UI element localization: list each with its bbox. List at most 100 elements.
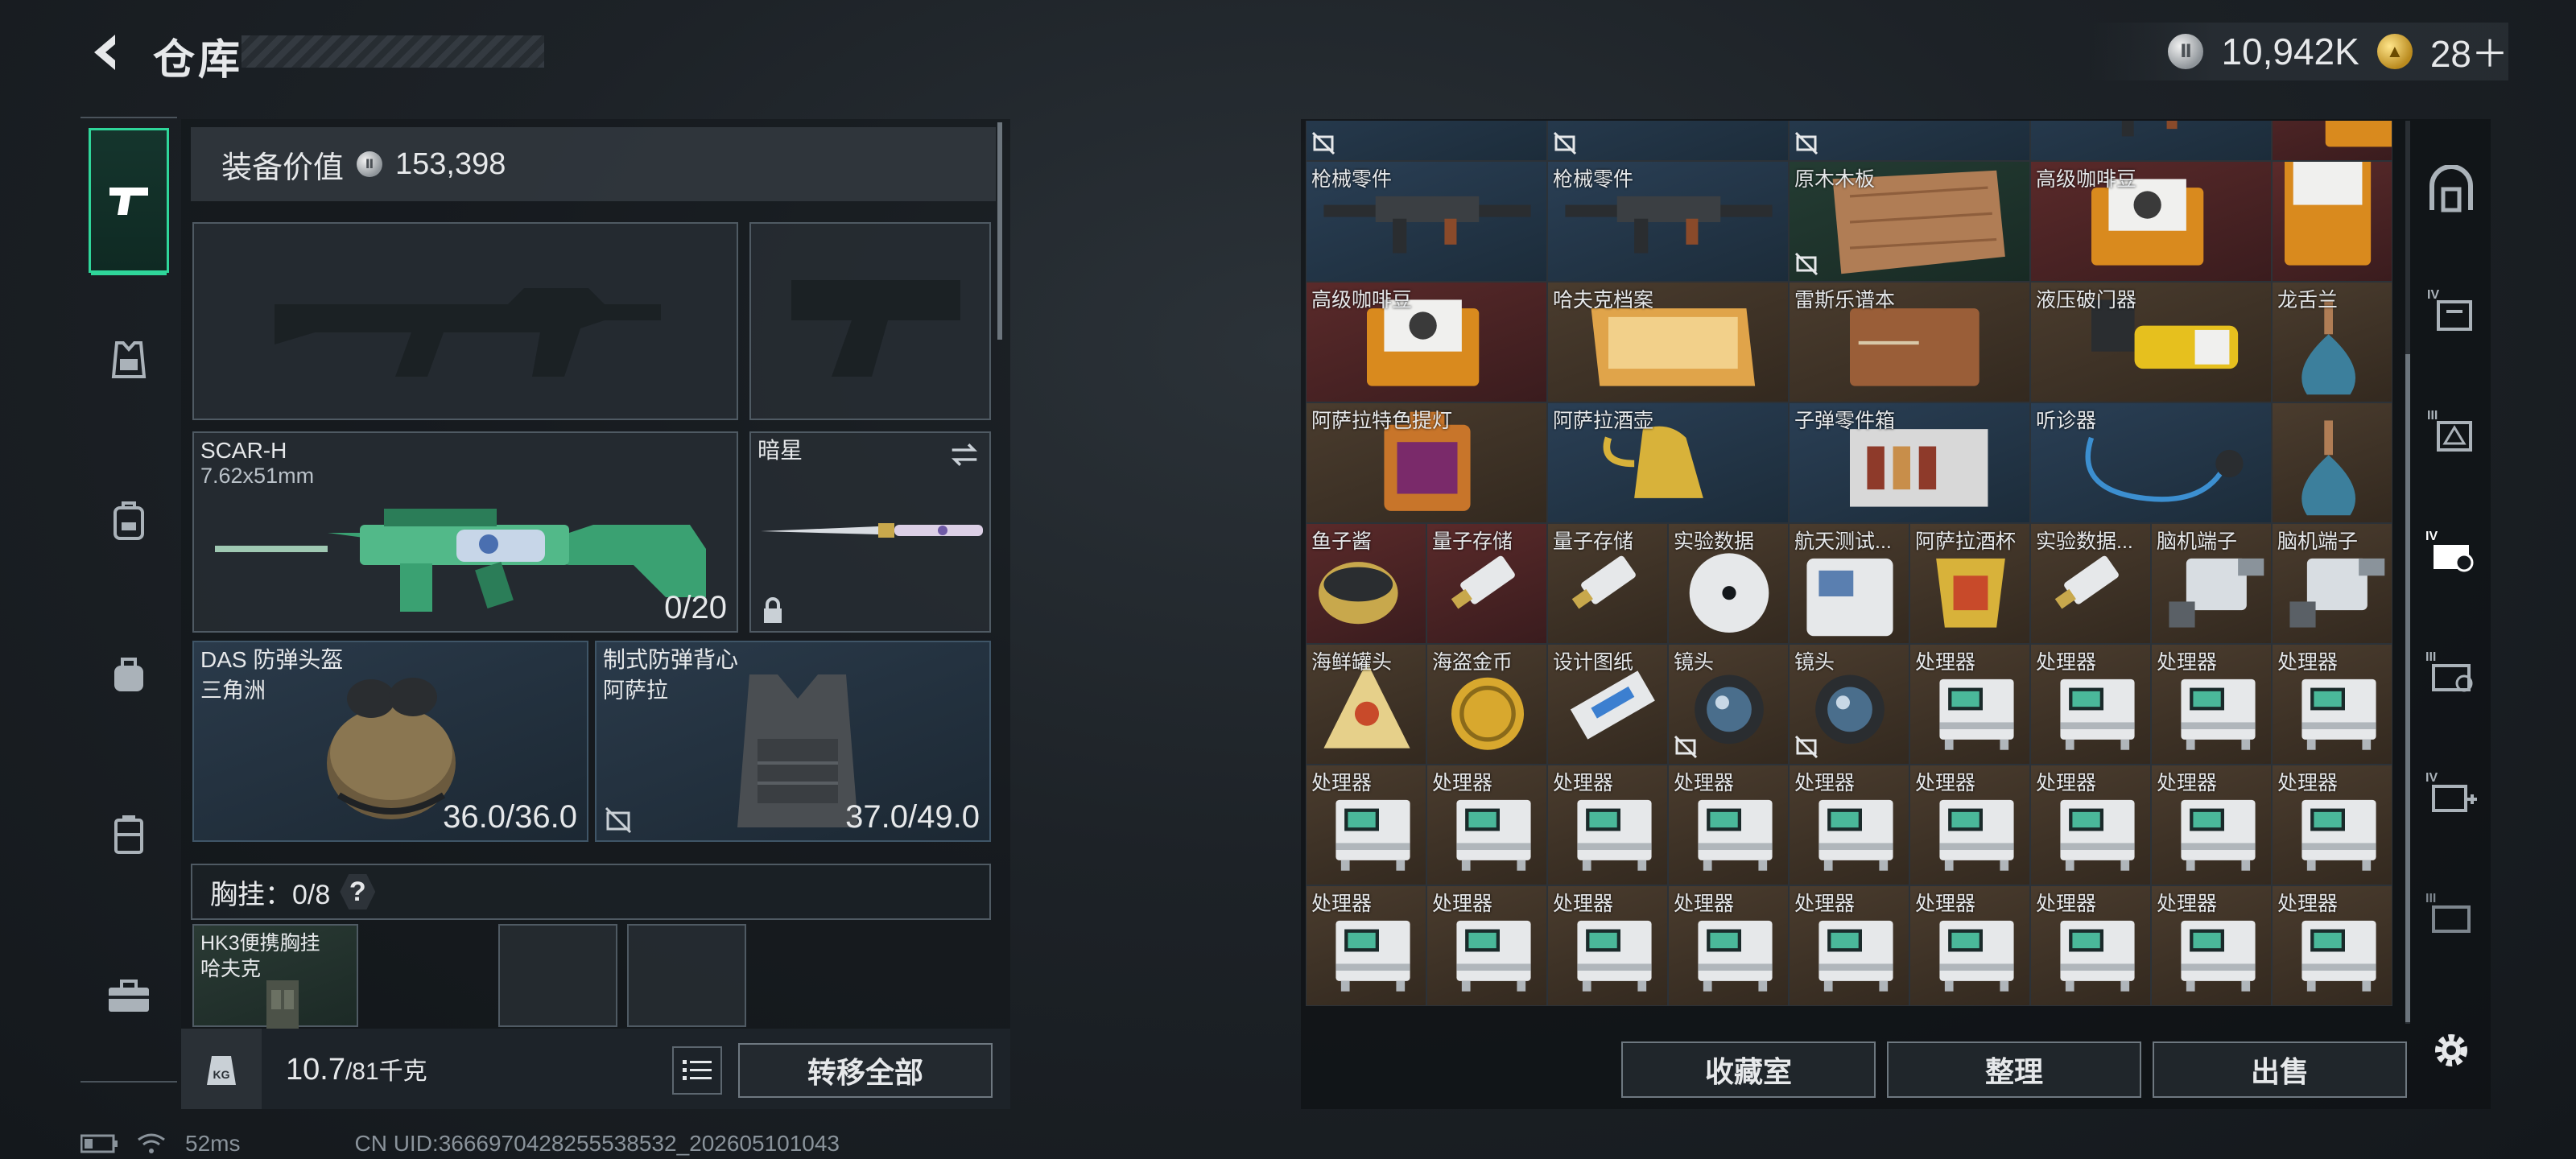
- list-view-button[interactable]: [672, 1046, 722, 1095]
- stash-item[interactable]: 镜头: [1789, 644, 1909, 765]
- stash-item[interactable]: [2272, 121, 2392, 161]
- stash-item[interactable]: 液压破门器: [2030, 282, 2272, 402]
- stash-item[interactable]: [1547, 121, 1789, 161]
- rail-item-toolbox[interactable]: [89, 923, 169, 1068]
- stash-item[interactable]: 海盗金币: [1426, 644, 1547, 765]
- stash-item[interactable]: 处理器: [1909, 765, 2030, 885]
- stash-item[interactable]: 处理器: [1306, 885, 1426, 1006]
- vest-icon: [111, 341, 147, 378]
- chest-rig-slot[interactable]: HK3便携胸挂 哈夫克: [192, 924, 358, 1029]
- stash-item[interactable]: [2030, 121, 2272, 161]
- armor-slot[interactable]: 制式防弹背心 阿萨拉 37.0/49.0: [595, 641, 991, 842]
- stash-item-label: 处理器: [1311, 772, 1373, 794]
- chest-rig-empty-slot[interactable]: [627, 924, 746, 1027]
- stash-scroll-thumb[interactable]: [2405, 354, 2410, 1022]
- stash-item[interactable]: 听诊器: [2030, 402, 2272, 523]
- secondary-weapon-slot[interactable]: [192, 222, 738, 420]
- category-iii-warning[interactable]: III: [2423, 402, 2479, 459]
- equipment-scrollbar[interactable]: [997, 122, 1002, 340]
- stash-item[interactable]: 处理器: [2272, 885, 2392, 1006]
- stash-item[interactable]: [2272, 161, 2392, 282]
- category-iv-stash[interactable]: IV: [2423, 282, 2479, 338]
- stash-item[interactable]: 航天测试...: [1789, 523, 1909, 644]
- stash-item[interactable]: 处理器: [1668, 765, 1789, 885]
- stash-item[interactable]: 阿萨拉酒杯: [1909, 523, 2030, 644]
- stash-item[interactable]: 阿萨拉特色提灯: [1306, 402, 1547, 523]
- rail-item-backpack[interactable]: [89, 448, 169, 593]
- category-iv-medical[interactable]: IV: [2423, 765, 2479, 821]
- stash-item[interactable]: 处理器: [2151, 644, 2272, 765]
- stash-item[interactable]: 雷斯乐谱本: [1789, 282, 2030, 402]
- back-button[interactable]: [77, 24, 134, 80]
- stash-item[interactable]: 哈夫克档案: [1547, 282, 1789, 402]
- primary-weapon-slot[interactable]: SCAR-H 7.62x51mm 0/20: [192, 431, 738, 633]
- stash-item[interactable]: 龙舌兰: [2272, 282, 2392, 402]
- stash-item[interactable]: 处理器: [1668, 885, 1789, 1006]
- stash-item[interactable]: 处理器: [2030, 885, 2151, 1006]
- stash-item[interactable]: 阿萨拉酒壶: [1547, 402, 1789, 523]
- stash-item[interactable]: 高级咖啡豆: [2030, 161, 2272, 282]
- scar-h-rifle-icon: [215, 509, 706, 612]
- stash-item[interactable]: 处理器: [2151, 885, 2272, 1006]
- stash-item[interactable]: 枪械零件: [1547, 161, 1789, 282]
- sell-button[interactable]: 出售: [2153, 1041, 2407, 1098]
- melee-slot[interactable]: 暗星: [749, 431, 991, 633]
- pistol-slot[interactable]: [749, 222, 991, 420]
- stash-item[interactable]: [1306, 121, 1547, 161]
- stash-item[interactable]: 脑机端子: [2272, 523, 2392, 644]
- stash-item[interactable]: 量子存储: [1426, 523, 1547, 644]
- chest-rig-empty-slot[interactable]: [498, 924, 617, 1027]
- category-iii-tools[interactable]: III: [2423, 644, 2479, 700]
- rail-item-armor[interactable]: [89, 287, 169, 432]
- stash-item[interactable]: 处理器: [2030, 765, 2151, 885]
- header: 仓库 Ⅱ 10,942K ▲ 28＋: [0, 0, 2576, 105]
- stash-item[interactable]: 处理器: [1789, 765, 1909, 885]
- stash-item[interactable]: 原木木板: [1789, 161, 2030, 282]
- stash-item-label: 处理器: [1311, 893, 1373, 915]
- stash-item[interactable]: 处理器: [2151, 765, 2272, 885]
- stash-item[interactable]: 实验数据...: [2030, 523, 2151, 644]
- stash-item[interactable]: 处理器: [1547, 885, 1668, 1006]
- rail-item-bag[interactable]: [89, 601, 169, 746]
- category-iv-tools-active[interactable]: IV: [2423, 523, 2479, 580]
- swap-icon[interactable]: [951, 441, 978, 468]
- help-icon[interactable]: ?: [340, 874, 376, 909]
- stash-item[interactable]: 实验数据: [1668, 523, 1789, 644]
- stash-item-label: 海鲜罐头: [1311, 651, 1393, 674]
- stash-item[interactable]: 处理器: [2030, 644, 2151, 765]
- stash-item[interactable]: [2272, 402, 2392, 523]
- category-iii-misc[interactable]: III: [2423, 885, 2479, 942]
- rail-item-case[interactable]: [89, 762, 169, 907]
- stash-item[interactable]: 枪械零件: [1306, 161, 1547, 282]
- stash-item[interactable]: 处理器: [1426, 885, 1547, 1006]
- stash-item[interactable]: 处理器: [1789, 885, 1909, 1006]
- rail-item-weapons[interactable]: [89, 128, 169, 275]
- helmet-slot[interactable]: DAS 防弹头盔 三角洲 36.0/36.0: [192, 641, 588, 842]
- gold-coin-icon: ▲: [2376, 34, 2413, 69]
- stash-item[interactable]: 量子存储: [1547, 523, 1668, 644]
- category-all[interactable]: [2423, 161, 2479, 217]
- sort-button[interactable]: 整理: [1887, 1041, 2141, 1098]
- stash-item[interactable]: 处理器: [2272, 765, 2392, 885]
- stash-item[interactable]: 高级咖啡豆: [1306, 282, 1547, 402]
- transfer-all-button[interactable]: 转移全部: [738, 1043, 993, 1098]
- gold-currency-value[interactable]: 28＋: [2430, 25, 2508, 78]
- stash-item-label: 镜头: [1794, 651, 1835, 674]
- stash-item[interactable]: 镜头: [1668, 644, 1789, 765]
- stash-item[interactable]: 海鲜罐头: [1306, 644, 1426, 765]
- settings-button[interactable]: [2423, 1022, 2479, 1079]
- stash-item[interactable]: 鱼子酱: [1306, 523, 1426, 644]
- stash-item[interactable]: [1789, 121, 2030, 161]
- stash-item[interactable]: 处理器: [1547, 765, 1668, 885]
- stash-item[interactable]: 处理器: [2272, 644, 2392, 765]
- no-insurance-icon: [1794, 131, 1818, 155]
- silver-coin-icon: Ⅱ: [2168, 34, 2204, 69]
- stash-item[interactable]: 设计图纸: [1547, 644, 1668, 765]
- stash-item[interactable]: 处理器: [1426, 765, 1547, 885]
- stash-item[interactable]: 处理器: [1909, 885, 2030, 1006]
- collection-room-button[interactable]: 收藏室: [1621, 1041, 1876, 1098]
- stash-item[interactable]: 子弹零件箱: [1789, 402, 2030, 523]
- stash-item[interactable]: 处理器: [1306, 765, 1426, 885]
- stash-item[interactable]: 脑机端子: [2151, 523, 2272, 644]
- stash-item[interactable]: 处理器: [1909, 644, 2030, 765]
